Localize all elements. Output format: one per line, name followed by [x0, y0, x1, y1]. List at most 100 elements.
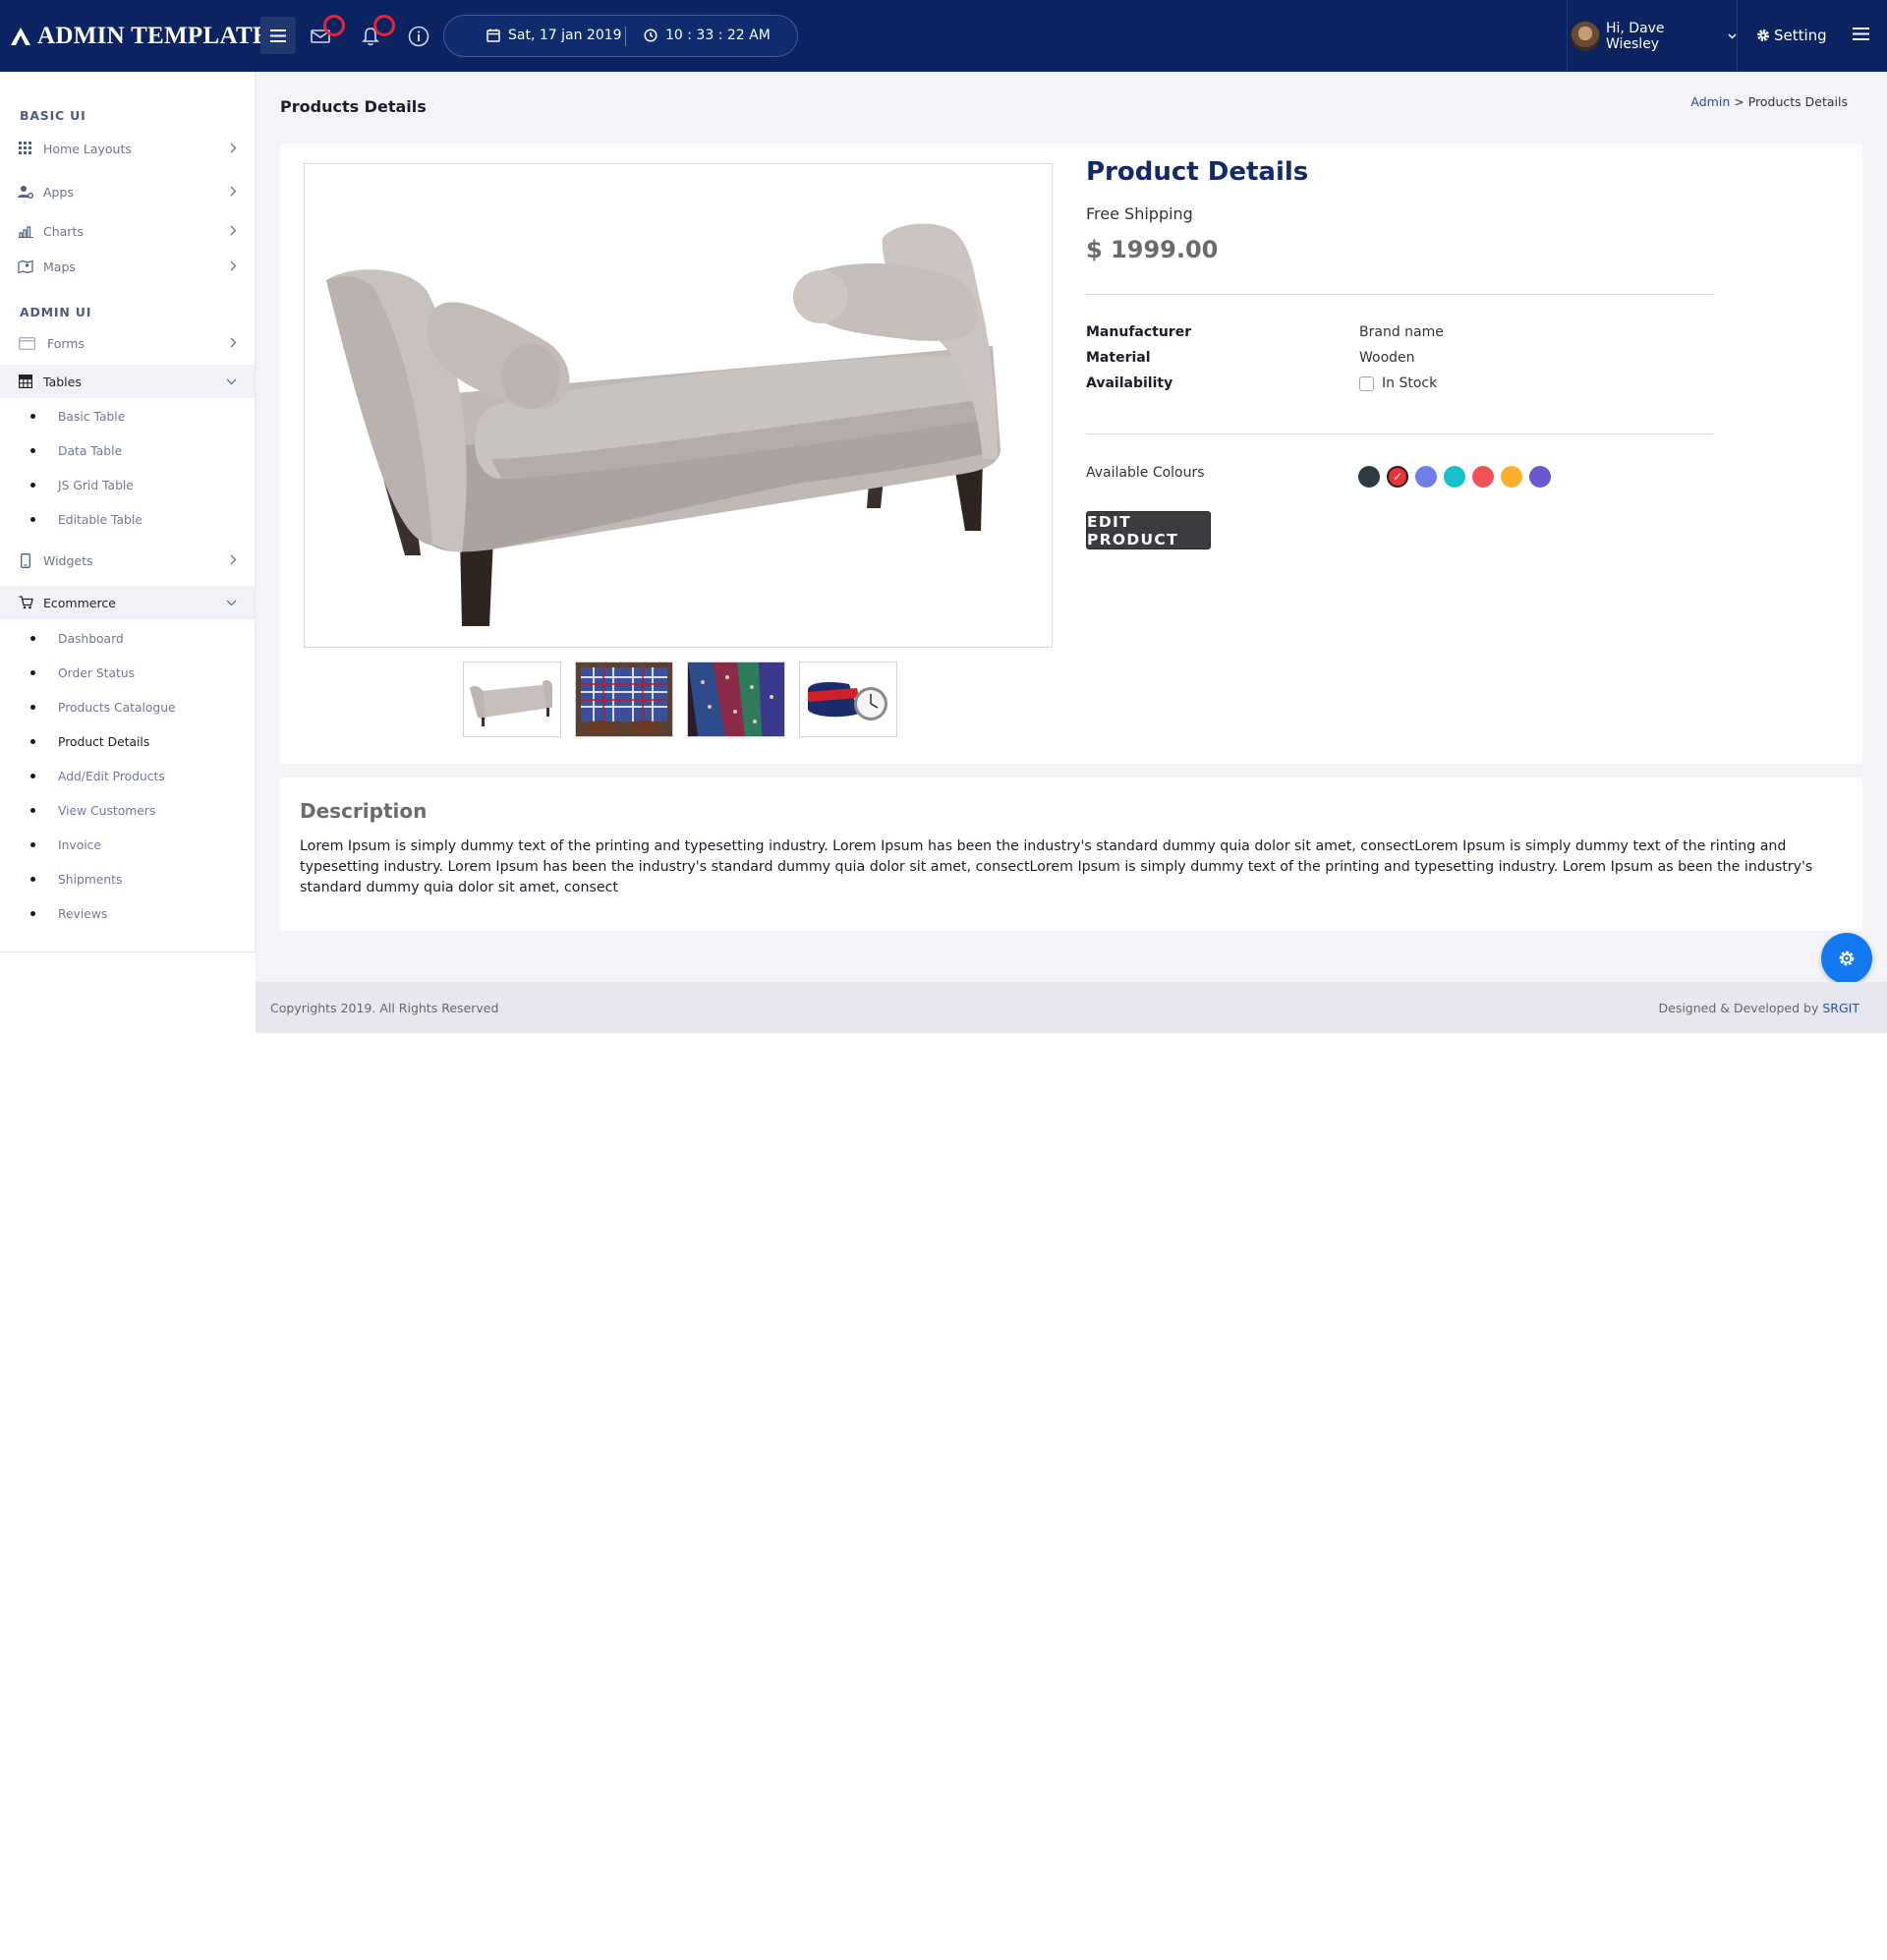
sofa-image: [326, 223, 1001, 626]
user-greeting: Hi, Dave Wiesley: [1605, 20, 1665, 52]
sidebar-subitem-view-customers[interactable]: View Customers: [0, 798, 255, 824]
colour-swatch[interactable]: [1501, 466, 1522, 488]
section-title-admin-ui: ADMIN UI: [20, 305, 92, 319]
sidebar-toggle-button[interactable]: [260, 17, 296, 54]
colour-swatch[interactable]: [1529, 466, 1551, 488]
sidebar-item-apps[interactable]: Apps: [0, 175, 255, 208]
watch-thumbnail-image: [800, 663, 896, 736]
chevron-right-icon: [230, 337, 237, 348]
sidebar-subitem-products-catalogue[interactable]: Products Catalogue: [0, 695, 255, 721]
description-text: Lorem Ipsum is simply dummy text of the …: [300, 838, 1813, 895]
colour-swatch[interactable]: [1472, 466, 1494, 488]
product-card: Product Details Free Shipping $ 1999.00 …: [280, 144, 1862, 764]
top-navbar: ADMIN TEMPLATE Sat, 17 jan 2019 10 : 33 …: [0, 0, 1887, 72]
main-content: Products Details Admin > Products Detail…: [256, 72, 1887, 1033]
manufacturer-label: Manufacturer: [1086, 324, 1192, 340]
credit-brand-link[interactable]: SRGIT: [1822, 1001, 1859, 1015]
gear-icon: [1839, 951, 1855, 966]
thumbnail-shirt[interactable]: [575, 662, 673, 737]
thumbnail-sofa[interactable]: [463, 662, 561, 737]
setting-label: Setting: [1774, 27, 1827, 44]
datetime-pill: Sat, 17 jan 2019 10 : 33 : 22 AM: [443, 15, 798, 57]
availability-field: In Stock: [1359, 375, 1437, 391]
in-stock-checkbox[interactable]: [1359, 375, 1374, 391]
description-title: Description: [300, 799, 428, 823]
mail-notification-button[interactable]: [306, 15, 345, 51]
sidebar-subitem-shipments[interactable]: Shipments: [0, 867, 255, 893]
chevron-right-icon: [230, 186, 237, 197]
thumbnail-watch[interactable]: [799, 662, 897, 737]
sidebar-item-label: Charts: [43, 223, 84, 239]
breadcrumb-link-admin[interactable]: Admin: [1690, 94, 1730, 109]
chevron-right-icon: [230, 225, 237, 236]
alerts-badge: [373, 15, 395, 36]
available-colours-label: Available Colours: [1086, 465, 1205, 481]
sidebar-subitem-reviews[interactable]: Reviews: [0, 901, 255, 927]
material-label: Material: [1086, 350, 1151, 366]
product-main-image[interactable]: [304, 163, 1053, 648]
sidebar-item-home-layouts[interactable]: Home Layouts: [0, 132, 255, 165]
sidebar-subitem-data-table[interactable]: Data Table: [0, 438, 255, 464]
sidebar-item-ecommerce[interactable]: Ecommerce: [0, 586, 255, 619]
colour-swatch[interactable]: [1415, 466, 1437, 488]
sidebar-subitem-product-details[interactable]: Product Details: [0, 729, 255, 755]
description-card: Description Lorem Ipsum is simply dummy …: [280, 778, 1862, 931]
sidebar-item-maps[interactable]: Maps: [0, 250, 255, 283]
chevron-down-icon: [226, 378, 237, 385]
breadcrumb-separator: >: [1734, 94, 1744, 109]
edit-product-button[interactable]: EDIT PRODUCT: [1086, 511, 1211, 549]
sidebar-subitem-basic-table[interactable]: Basic Table: [0, 404, 255, 430]
sidebar-item-charts[interactable]: Charts: [0, 214, 255, 248]
user-menu[interactable]: Hi, Dave Wiesley: [1567, 0, 1738, 72]
time-display: 10 : 33 : 22 AM: [644, 28, 771, 43]
sidebar-bottom-divider: [0, 951, 256, 952]
sidebar-item-tables[interactable]: Tables: [0, 365, 255, 398]
check-icon: ✓: [1392, 470, 1403, 484]
time-text: 10 : 33 : 22 AM: [665, 28, 771, 43]
sidebar-item-label: Maps: [43, 259, 76, 274]
sidebar-item-widgets[interactable]: Widgets: [0, 544, 255, 577]
sidebar-item-label: Forms: [47, 335, 86, 351]
avatar: [1571, 21, 1600, 51]
map-icon: [18, 259, 33, 274]
availability-label: Availability: [1086, 375, 1173, 391]
gear-icon: [1757, 29, 1769, 41]
datetime-separator: [625, 27, 626, 46]
alerts-notification-button[interactable]: [356, 15, 395, 51]
sidebar-item-label: Apps: [43, 184, 74, 200]
in-stock-label: In Stock: [1382, 375, 1438, 391]
menu-icon: [1853, 28, 1869, 40]
sidebar-item-forms[interactable]: Forms: [0, 326, 255, 360]
divider: [1086, 433, 1713, 434]
sidebar-scroll[interactable]: BASIC UI Home Layouts Apps Charts Maps A…: [0, 72, 256, 952]
sidebar-subitem-order-status[interactable]: Order Status: [0, 661, 255, 686]
sidebar: BASIC UI Home Layouts Apps Charts Maps A…: [0, 72, 256, 952]
hamburger-icon: [270, 29, 286, 42]
sidebar-subitem-add-edit-products[interactable]: Add/Edit Products: [0, 764, 255, 789]
sidebar-subitem-editable-table[interactable]: Editable Table: [0, 507, 255, 533]
bar-chart-icon: [18, 223, 33, 239]
colour-swatch[interactable]: ✓: [1387, 466, 1408, 488]
info-button[interactable]: [404, 22, 433, 51]
sidebar-subitem-dashboard[interactable]: Dashboard: [0, 626, 255, 652]
setting-button[interactable]: Setting: [1756, 27, 1827, 44]
logo[interactable]: ADMIN TEMPLATE: [10, 22, 269, 51]
settings-fab-button[interactable]: [1821, 933, 1872, 984]
chevron-right-icon: [230, 260, 237, 271]
info-icon: [408, 26, 429, 47]
sidebar-subitem-js-grid-table[interactable]: JS Grid Table: [0, 473, 255, 498]
shirt-thumbnail-image: [576, 663, 672, 736]
thumbnail-ties[interactable]: [687, 662, 785, 737]
right-panel-toggle-button[interactable]: [1853, 26, 1869, 44]
sidebar-item-label: Home Layouts: [43, 141, 132, 156]
sidebar-subitem-invoice[interactable]: Invoice: [0, 833, 255, 858]
mobile-icon: [18, 552, 33, 568]
colour-swatch[interactable]: [1444, 466, 1465, 488]
footer-credit: Designed & Developed by SRGIT: [1659, 1001, 1860, 1015]
sofa-thumbnail-image: [464, 663, 560, 736]
logo-icon: [11, 28, 30, 45]
section-title-basic-ui: BASIC UI: [20, 108, 86, 123]
date-display: Sat, 17 jan 2019: [486, 28, 622, 43]
credit-prefix: Designed & Developed by: [1658, 1001, 1819, 1015]
colour-swatch[interactable]: [1358, 466, 1380, 488]
